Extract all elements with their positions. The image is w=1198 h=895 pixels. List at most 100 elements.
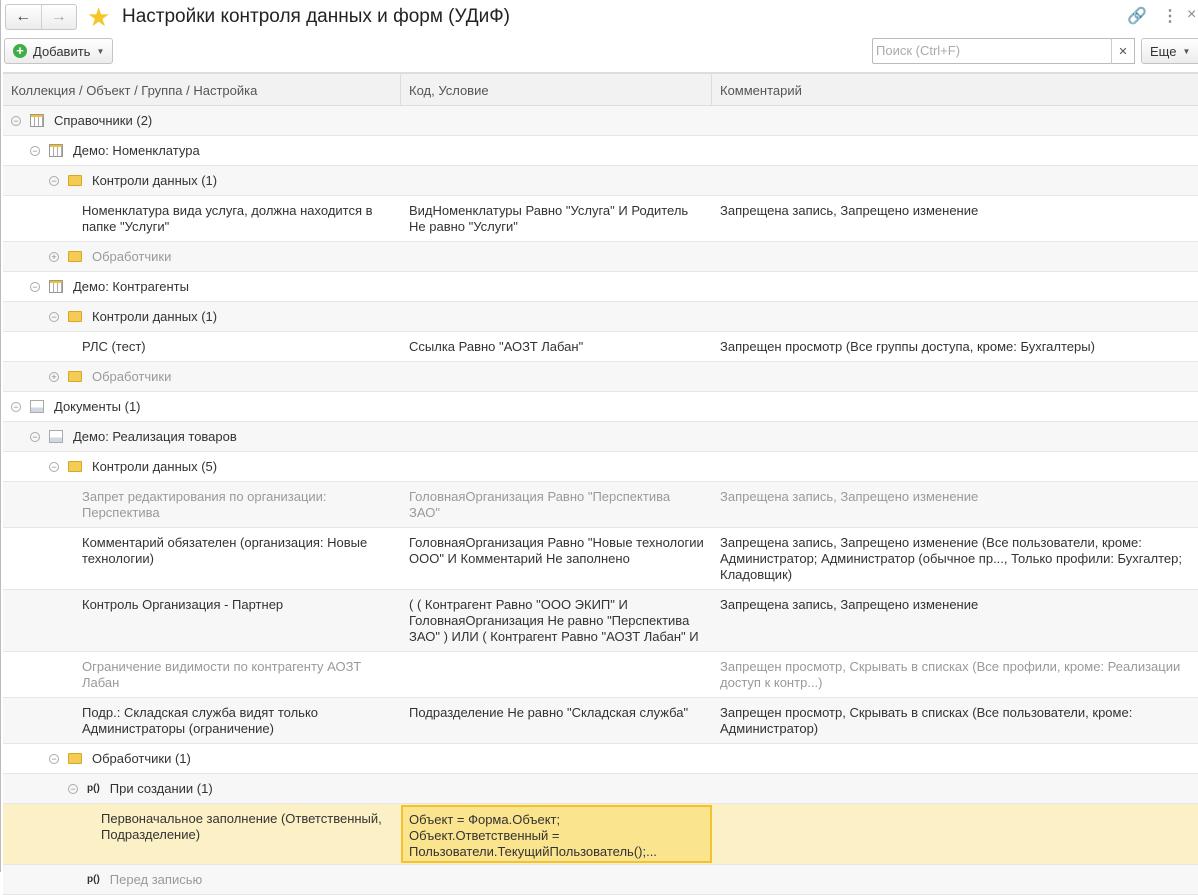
navigation-buttons: ← → xyxy=(5,4,77,30)
cell-comment xyxy=(712,452,1198,481)
row-name: Контроли данных (5) xyxy=(92,459,218,474)
more-button[interactable]: Еще ▼ xyxy=(1141,38,1198,64)
cell-code[interactable] xyxy=(401,166,712,195)
chevron-down-icon: ▼ xyxy=(1182,46,1191,56)
cell-code[interactable]: ( ( Контрагент Равно "ООО ЭКИП" И Головн… xyxy=(401,590,712,651)
table-row[interactable]: − Справочники (2) xyxy=(3,106,1198,136)
row-name: Демо: Контрагенты xyxy=(73,279,189,294)
cell-code[interactable]: Подразделение Не равно "Складская служба… xyxy=(401,698,712,743)
table-row[interactable]: − Документы (1) xyxy=(3,392,1198,422)
cell-code[interactable] xyxy=(401,452,712,481)
collapse-icon[interactable]: − xyxy=(68,784,78,794)
cell-comment xyxy=(712,166,1198,195)
table-row[interactable]: Первоначальное заполнение (Ответственный… xyxy=(3,804,1198,865)
page-title: Настройки контроля данных и форм (УДиФ) xyxy=(122,6,510,27)
collapse-icon[interactable]: − xyxy=(49,312,59,322)
row-name: Справочники (2) xyxy=(54,113,153,128)
catalog-table-icon xyxy=(49,280,63,293)
folder-icon xyxy=(68,461,82,472)
table-row[interactable]: − Демо: Реализация товаров xyxy=(3,422,1198,452)
clear-search-button[interactable]: ✕ xyxy=(1111,38,1135,64)
cell-code[interactable] xyxy=(401,652,712,697)
cell-code[interactable] xyxy=(401,422,712,451)
cell-comment: Запрещена запись, Запрещено изменение xyxy=(720,203,979,218)
cell-code[interactable] xyxy=(401,302,712,331)
title-bar: ← → ★ Настройки контроля данных и форм (… xyxy=(1,0,1198,36)
table-row[interactable]: + Обработчики xyxy=(3,362,1198,392)
cell-comment: Запрещена запись, Запрещено изменение xyxy=(720,597,979,612)
folder-icon xyxy=(68,251,82,262)
favorite-star-icon[interactable]: ★ xyxy=(87,3,110,31)
expand-icon[interactable]: + xyxy=(49,372,59,382)
table-row[interactable]: Комментарий обязателен (организация: Нов… xyxy=(3,528,1198,590)
cell-name: Комментарий обязателен (организация: Нов… xyxy=(3,528,401,589)
cell-code[interactable]: Ссылка Равно "АОЗТ Лабан" xyxy=(401,332,712,361)
collapse-icon[interactable]: − xyxy=(49,754,59,764)
table-row[interactable]: − Контроли данных (1) xyxy=(3,166,1198,196)
collapse-icon[interactable]: − xyxy=(11,402,21,412)
collapse-icon[interactable]: − xyxy=(30,146,40,156)
cell-code[interactable] xyxy=(401,774,712,803)
table-row[interactable]: + Обработчики xyxy=(3,242,1198,272)
cell-comment xyxy=(712,272,1198,301)
table-row[interactable]: Подр.: Складская служба видят только Адм… xyxy=(3,698,1198,744)
collapse-icon[interactable]: − xyxy=(30,282,40,292)
row-name: Перед записью xyxy=(109,872,203,887)
table-row[interactable]: − Демо: Контрагенты xyxy=(3,272,1198,302)
more-vertical-icon[interactable]: ⋮ xyxy=(1162,6,1178,26)
row-name: Документы (1) xyxy=(54,399,141,414)
collapse-icon[interactable]: − xyxy=(49,176,59,186)
column-header-code[interactable]: Код, Условие xyxy=(401,74,712,105)
cell-comment xyxy=(712,804,1198,864)
row-name: Контроль Организация - Партнер xyxy=(82,597,284,612)
row-name: Обработчики xyxy=(92,249,172,264)
cell-code[interactable] xyxy=(401,744,712,773)
collapse-icon[interactable]: − xyxy=(11,116,21,126)
cell-code[interactable]: ГоловнаяОрганизация Равно "Перспектива З… xyxy=(401,482,712,527)
add-button[interactable]: + Добавить ▼ xyxy=(4,38,114,64)
cell-comment: Запрещен просмотр, Скрывать в списках (В… xyxy=(720,705,1133,736)
table-row[interactable]: Запрет редактирования по организации: Пе… xyxy=(3,482,1198,528)
cell-code[interactable] xyxy=(401,392,712,421)
expand-icon[interactable]: + xyxy=(49,252,59,262)
table-row[interactable]: − Контроли данных (5) xyxy=(3,452,1198,482)
table-row[interactable]: Ограничение видимости по контрагенту АОЗ… xyxy=(3,652,1198,698)
collapse-icon[interactable]: − xyxy=(30,432,40,442)
cell-comment xyxy=(712,362,1198,391)
cell-comment: Запрещен просмотр (Все группы доступа, к… xyxy=(720,339,1095,354)
link-icon[interactable]: 🔗 xyxy=(1127,6,1147,26)
collapse-icon[interactable]: − xyxy=(49,462,59,472)
cell-name: Номенклатура вида услуга, должна находит… xyxy=(3,196,401,241)
chevron-down-icon: ▼ xyxy=(96,46,105,56)
cell-code[interactable]: ГоловнаяОрганизация Равно "Новые техноло… xyxy=(401,528,712,589)
close-icon[interactable]: × xyxy=(1187,6,1196,24)
cell-code[interactable] xyxy=(401,865,712,894)
table-row[interactable]: р() Перед записью xyxy=(3,865,1198,895)
cell-code[interactable]: Объект = Форма.Объект; Объект.Ответствен… xyxy=(401,805,712,863)
back-button[interactable]: ← xyxy=(6,5,41,29)
cell-code[interactable] xyxy=(401,136,712,165)
column-header-collection[interactable]: Коллекция / Объект / Группа / Настройка xyxy=(3,74,401,105)
table-row[interactable]: − Обработчики (1) xyxy=(3,744,1198,774)
table-row[interactable]: − Контроли данных (1) xyxy=(3,302,1198,332)
table-row[interactable]: − Демо: Номенклатура xyxy=(3,136,1198,166)
more-button-label: Еще xyxy=(1150,43,1177,59)
cell-code[interactable] xyxy=(401,242,712,271)
forward-button[interactable]: → xyxy=(40,5,77,29)
cell-name: Ограничение видимости по контрагенту АОЗ… xyxy=(3,652,401,697)
cell-comment xyxy=(712,242,1198,271)
cell-code[interactable] xyxy=(401,272,712,301)
table-row[interactable]: Номенклатура вида услуга, должна находит… xyxy=(3,196,1198,242)
cell-code[interactable] xyxy=(401,362,712,391)
table-row[interactable]: − р() При создании (1) xyxy=(3,774,1198,804)
column-header-comment[interactable]: Комментарий xyxy=(712,74,1198,105)
cell-code[interactable] xyxy=(401,106,712,135)
search-input[interactable]: Поиск (Ctrl+F) xyxy=(872,38,1112,64)
cell-comment: Запрещена запись, Запрещено изменение xyxy=(720,489,979,504)
table-row[interactable]: РЛС (тест) Ссылка Равно "АОЗТ Лабан" Запре… xyxy=(3,332,1198,362)
table-row[interactable]: Контроль Организация - Партнер ( ( Контра… xyxy=(3,590,1198,652)
cell-name: − Обработчики (1) xyxy=(3,744,401,773)
cell-name: − Демо: Реализация товаров xyxy=(3,422,401,451)
settings-tree-table: Коллекция / Объект / Группа / Настройка … xyxy=(3,72,1198,895)
cell-code[interactable]: ВидНоменклатуры Равно "Услуга" И Родител… xyxy=(401,196,712,241)
